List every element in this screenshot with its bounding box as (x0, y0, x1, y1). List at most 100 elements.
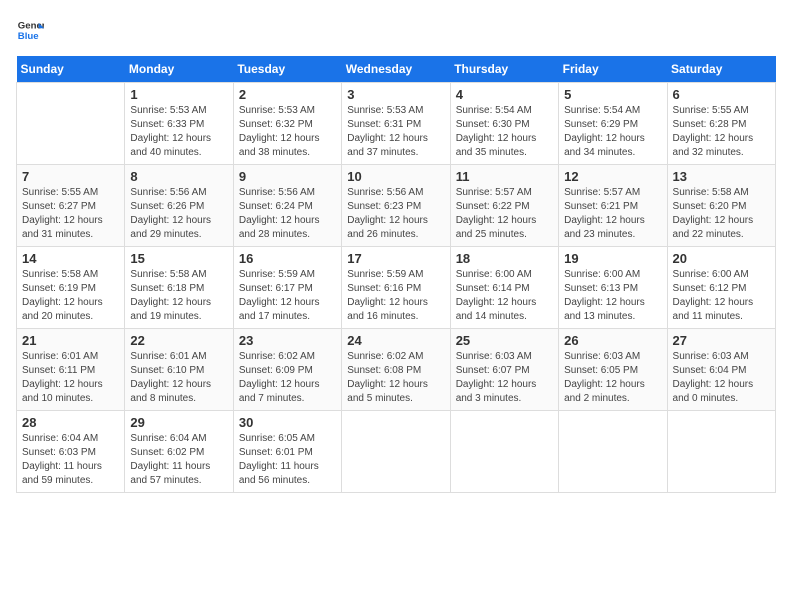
day-info: Sunrise: 6:03 AMSunset: 6:05 PMDaylight:… (564, 350, 661, 406)
day-number: 10 (347, 169, 444, 184)
day-info: Sunrise: 5:53 AMSunset: 6:32 PMDaylight:… (239, 104, 336, 160)
week-row-5: 28Sunrise: 6:04 AMSunset: 6:03 PMDayligh… (17, 411, 776, 493)
day-info: Sunrise: 6:03 AMSunset: 6:04 PMDaylight:… (673, 350, 770, 406)
day-number: 14 (22, 251, 119, 266)
day-info: Sunrise: 6:02 AMSunset: 6:08 PMDaylight:… (347, 350, 444, 406)
day-number: 5 (564, 87, 661, 102)
col-header-friday: Friday (559, 56, 667, 83)
day-cell: 10 Sunrise: 5:56 AMSunset: 6:23 PMDayligh… (342, 165, 450, 247)
day-number: 23 (239, 333, 336, 348)
day-number: 20 (673, 251, 770, 266)
svg-text:Blue: Blue (18, 31, 39, 42)
day-number: 7 (22, 169, 119, 184)
day-info: Sunrise: 5:54 AMSunset: 6:29 PMDaylight:… (564, 104, 661, 160)
day-cell: 14 Sunrise: 5:58 AMSunset: 6:19 PMDayligh… (17, 247, 125, 329)
col-header-tuesday: Tuesday (233, 56, 341, 83)
day-info: Sunrise: 5:54 AMSunset: 6:30 PMDaylight:… (456, 104, 553, 160)
day-number: 17 (347, 251, 444, 266)
day-cell: 17Sunrise: 5:59 AMSunset: 6:16 PMDayligh… (342, 247, 450, 329)
week-row-1: 1 Sunrise: 5:53 AMSunset: 6:33 PMDaylight… (17, 83, 776, 165)
day-cell: 20 Sunrise: 6:00 AMSunset: 6:12 PMDayligh… (667, 247, 775, 329)
day-info: Sunrise: 6:01 AMSunset: 6:10 PMDaylight:… (130, 350, 227, 406)
day-cell: 9 Sunrise: 5:56 AMSunset: 6:24 PMDaylight… (233, 165, 341, 247)
day-cell: 8Sunrise: 5:56 AMSunset: 6:26 PMDaylight… (125, 165, 233, 247)
day-cell: 2 Sunrise: 5:53 AMSunset: 6:32 PMDaylight… (233, 83, 341, 165)
day-cell: 21 Sunrise: 6:01 AMSunset: 6:11 PMDayligh… (17, 329, 125, 411)
day-number: 16 (239, 251, 336, 266)
day-info: Sunrise: 5:53 AMSunset: 6:33 PMDaylight:… (130, 104, 227, 160)
day-cell: 18 Sunrise: 6:00 AMSunset: 6:14 PMDayligh… (450, 247, 558, 329)
day-number: 21 (22, 333, 119, 348)
day-info: Sunrise: 5:53 AMSunset: 6:31 PMDaylight:… (347, 104, 444, 160)
week-row-2: 7 Sunrise: 5:55 AMSunset: 6:27 PMDaylight… (17, 165, 776, 247)
day-number: 12 (564, 169, 661, 184)
day-number: 9 (239, 169, 336, 184)
day-info: Sunrise: 5:56 AMSunset: 6:23 PMDaylight:… (347, 186, 444, 242)
day-info: Sunrise: 5:58 AMSunset: 6:18 PMDaylight:… (130, 268, 227, 324)
day-cell: 24 Sunrise: 6:02 AMSunset: 6:08 PMDayligh… (342, 329, 450, 411)
day-info: Sunrise: 6:00 AMSunset: 6:13 PMDaylight:… (564, 268, 661, 324)
day-cell: 11 Sunrise: 5:57 AMSunset: 6:22 PMDayligh… (450, 165, 558, 247)
week-row-4: 21 Sunrise: 6:01 AMSunset: 6:11 PMDayligh… (17, 329, 776, 411)
day-info: Sunrise: 5:56 AMSunset: 6:26 PMDaylight:… (130, 186, 227, 242)
day-number: 22 (130, 333, 227, 348)
day-info: Sunrise: 6:04 AMSunset: 6:02 PMDaylight:… (130, 432, 227, 488)
day-number: 15 (130, 251, 227, 266)
logo: General Blue (16, 16, 44, 44)
day-number: 6 (673, 87, 770, 102)
day-cell: 19 Sunrise: 6:00 AMSunset: 6:13 PMDayligh… (559, 247, 667, 329)
col-header-thursday: Thursday (450, 56, 558, 83)
day-cell (342, 411, 450, 493)
day-number: 19 (564, 251, 661, 266)
day-number: 30 (239, 415, 336, 430)
day-cell: 1 Sunrise: 5:53 AMSunset: 6:33 PMDaylight… (125, 83, 233, 165)
day-number: 13 (673, 169, 770, 184)
day-info: Sunrise: 6:03 AMSunset: 6:07 PMDaylight:… (456, 350, 553, 406)
day-cell (17, 83, 125, 165)
day-cell: 26 Sunrise: 6:03 AMSunset: 6:05 PMDayligh… (559, 329, 667, 411)
day-cell: 5 Sunrise: 5:54 AMSunset: 6:29 PMDaylight… (559, 83, 667, 165)
day-info: Sunrise: 6:00 AMSunset: 6:14 PMDaylight:… (456, 268, 553, 324)
day-info: Sunrise: 6:00 AMSunset: 6:12 PMDaylight:… (673, 268, 770, 324)
day-cell: 4 Sunrise: 5:54 AMSunset: 6:30 PMDaylight… (450, 83, 558, 165)
day-number: 29 (130, 415, 227, 430)
page-header: General Blue (16, 16, 776, 44)
day-cell: 7 Sunrise: 5:55 AMSunset: 6:27 PMDaylight… (17, 165, 125, 247)
day-number: 25 (456, 333, 553, 348)
day-cell: 16Sunrise: 5:59 AMSunset: 6:17 PMDayligh… (233, 247, 341, 329)
day-number: 28 (22, 415, 119, 430)
day-number: 4 (456, 87, 553, 102)
day-cell (667, 411, 775, 493)
day-number: 26 (564, 333, 661, 348)
col-header-saturday: Saturday (667, 56, 775, 83)
day-cell: 27 Sunrise: 6:03 AMSunset: 6:04 PMDayligh… (667, 329, 775, 411)
logo-icon: General Blue (16, 16, 44, 44)
day-cell: 29 Sunrise: 6:04 AMSunset: 6:02 PMDayligh… (125, 411, 233, 493)
day-number: 18 (456, 251, 553, 266)
day-info: Sunrise: 5:57 AMSunset: 6:21 PMDaylight:… (564, 186, 661, 242)
day-cell: 22 Sunrise: 6:01 AMSunset: 6:10 PMDayligh… (125, 329, 233, 411)
day-number: 24 (347, 333, 444, 348)
day-info: Sunrise: 5:57 AMSunset: 6:22 PMDaylight:… (456, 186, 553, 242)
col-header-wednesday: Wednesday (342, 56, 450, 83)
day-info: Sunrise: 6:01 AMSunset: 6:11 PMDaylight:… (22, 350, 119, 406)
day-info: Sunrise: 5:56 AMSunset: 6:24 PMDaylight:… (239, 186, 336, 242)
day-info: Sunrise: 5:55 AMSunset: 6:27 PMDaylight:… (22, 186, 119, 242)
day-cell: 3Sunrise: 5:53 AMSunset: 6:31 PMDaylight… (342, 83, 450, 165)
day-info: Sunrise: 6:02 AMSunset: 6:09 PMDaylight:… (239, 350, 336, 406)
calendar-table: SundayMondayTuesdayWednesdayThursdayFrid… (16, 56, 776, 493)
col-header-monday: Monday (125, 56, 233, 83)
day-info: Sunrise: 5:58 AMSunset: 6:19 PMDaylight:… (22, 268, 119, 324)
day-cell: 25 Sunrise: 6:03 AMSunset: 6:07 PMDayligh… (450, 329, 558, 411)
day-cell: 13Sunrise: 5:58 AMSunset: 6:20 PMDayligh… (667, 165, 775, 247)
day-number: 1 (130, 87, 227, 102)
day-cell: 28Sunrise: 6:04 AMSunset: 6:03 PMDayligh… (17, 411, 125, 493)
day-number: 27 (673, 333, 770, 348)
day-cell: 15 Sunrise: 5:58 AMSunset: 6:18 PMDayligh… (125, 247, 233, 329)
day-info: Sunrise: 5:55 AMSunset: 6:28 PMDaylight:… (673, 104, 770, 160)
day-cell: 6 Sunrise: 5:55 AMSunset: 6:28 PMDaylight… (667, 83, 775, 165)
day-number: 11 (456, 169, 553, 184)
day-cell: 12 Sunrise: 5:57 AMSunset: 6:21 PMDayligh… (559, 165, 667, 247)
day-number: 2 (239, 87, 336, 102)
day-cell: 23 Sunrise: 6:02 AMSunset: 6:09 PMDayligh… (233, 329, 341, 411)
